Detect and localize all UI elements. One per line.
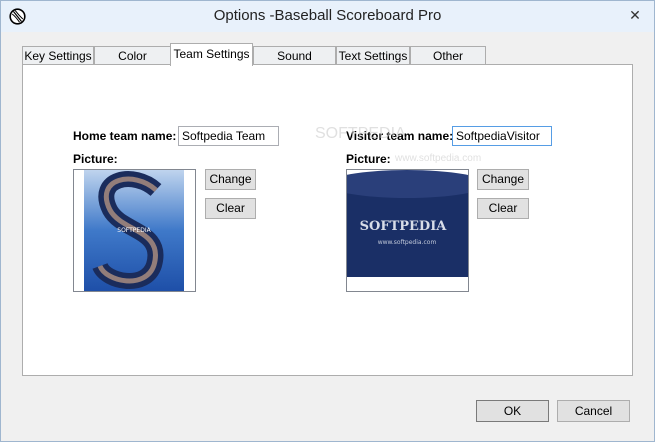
cancel-button[interactable]: Cancel — [557, 400, 630, 422]
close-icon: ✕ — [629, 7, 641, 23]
team-settings-panel: Home team name: Softpedia Team Picture: … — [22, 64, 633, 376]
home-team-name-label: Home team name: — [73, 129, 177, 143]
home-team-picture[interactable]: SOFTPEDIA — [73, 169, 196, 292]
visitor-picture-label: Picture: — [346, 152, 391, 166]
tab-text-settings[interactable]: Text Settings — [336, 46, 410, 64]
visitor-clear-button[interactable]: Clear — [477, 198, 529, 219]
window-title: Options -Baseball Scoreboard Pro — [213, 7, 442, 24]
options-window: Options -Baseball Scoreboard Pro ✕ Key S… — [0, 0, 655, 442]
ok-button[interactable]: OK — [476, 400, 549, 422]
visitor-team-logo-image: SOFTPEDIA www.softpedia.com — [347, 170, 468, 277]
visitor-picture-url-text: www.softpedia.com — [378, 239, 437, 246]
softpedia-watermark-url: www.softpedia.com — [395, 153, 482, 164]
tab-team-settings[interactable]: Team Settings — [170, 43, 253, 66]
visitor-team-name-input[interactable]: SoftpediaVisitor — [452, 126, 552, 146]
visitor-team-picture[interactable]: SOFTPEDIA www.softpedia.com — [346, 169, 469, 292]
home-team-name-input[interactable]: Softpedia Team — [178, 126, 279, 146]
title-bar[interactable]: Options -Baseball Scoreboard Pro ✕ — [1, 1, 654, 32]
home-team-logo-image: SOFTPEDIA — [84, 170, 184, 291]
tab-color-settings[interactable]: Color Settings — [94, 46, 171, 81]
home-clear-button[interactable]: Clear — [205, 198, 256, 219]
visitor-change-button[interactable]: Change — [477, 169, 529, 190]
tab-other-settings[interactable]: Other Settings — [410, 46, 486, 81]
softpedia-watermark: SOFTPEDIA — [315, 125, 406, 142]
home-change-button[interactable]: Change — [205, 169, 256, 190]
close-button[interactable]: ✕ — [622, 4, 648, 26]
home-picture-label: Picture: — [73, 152, 118, 166]
tab-key-settings[interactable]: Key Settings — [22, 46, 94, 64]
visitor-picture-text: SOFTPEDIA — [360, 219, 448, 234]
home-picture-text: SOFTPEDIA — [117, 227, 151, 234]
tab-sound-settings[interactable]: Sound Settings — [253, 46, 336, 81]
